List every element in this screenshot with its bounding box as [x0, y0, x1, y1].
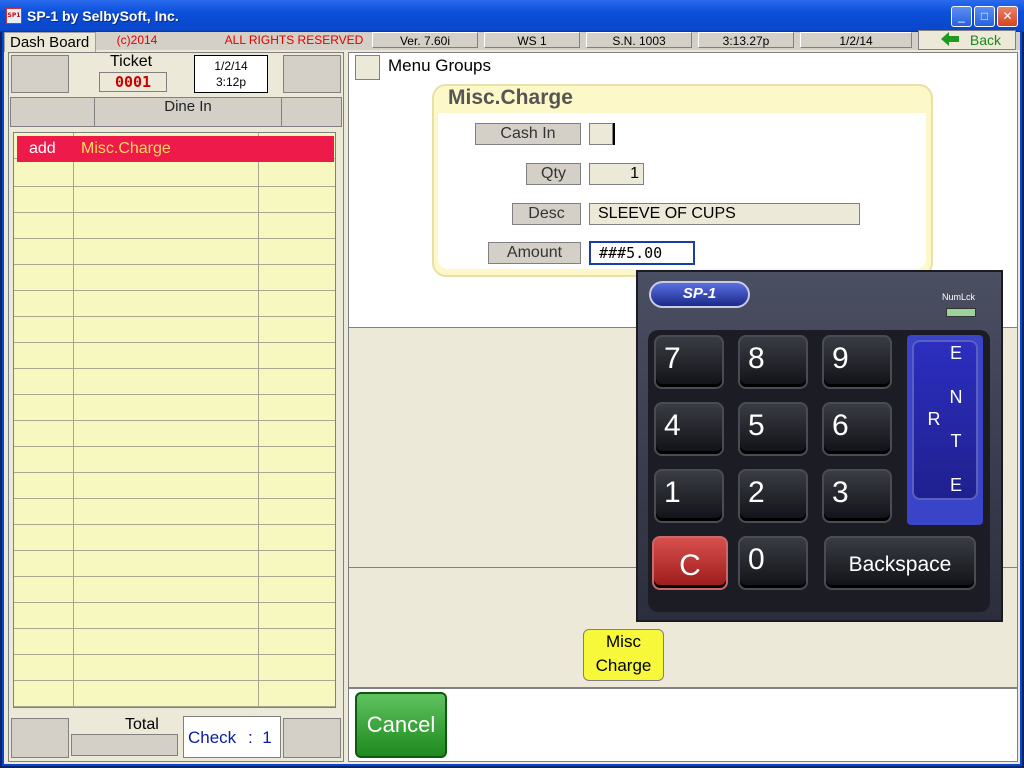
total-field	[71, 734, 178, 756]
workstation-status: WS 1	[484, 32, 580, 48]
key-9[interactable]: 9	[822, 335, 892, 389]
action-bar	[348, 688, 1018, 762]
key-2[interactable]: 2	[738, 469, 808, 523]
time-status: 3:13.27p	[698, 32, 794, 48]
selected-order-row[interactable]: add Misc.Charge	[17, 136, 334, 162]
cash-in-field[interactable]	[589, 123, 613, 145]
key-4[interactable]: 4	[654, 402, 724, 456]
key-8[interactable]: 8	[738, 335, 808, 389]
ticket-right-button[interactable]	[283, 55, 341, 93]
key-clear[interactable]: C	[652, 536, 728, 590]
key-6[interactable]: 6	[822, 402, 892, 456]
serial-status: S.N. 1003	[586, 32, 692, 48]
ticket-label: Ticket	[109, 53, 153, 70]
list-item[interactable]	[14, 681, 335, 707]
ticket-number: 0001	[99, 72, 167, 92]
list-item[interactable]	[14, 525, 335, 551]
list-item[interactable]	[14, 187, 335, 213]
list-item[interactable]	[14, 577, 335, 603]
rights-text: ALL RIGHTS RESERVED	[224, 33, 364, 47]
check-number: : 1	[248, 728, 272, 747]
dialog-title: Misc.Charge	[448, 86, 573, 109]
footer-left-button[interactable]	[11, 718, 69, 758]
desc-field[interactable]: SLEEVE OF CUPS	[589, 203, 860, 225]
ticket-left-button[interactable]	[11, 55, 69, 93]
list-item[interactable]	[14, 603, 335, 629]
misc-charge-button[interactable]: Misc Charge	[583, 629, 664, 681]
key-backspace[interactable]: Backspace	[824, 536, 976, 590]
list-item[interactable]	[14, 239, 335, 265]
menu-groups-checkbox[interactable]	[355, 55, 380, 80]
order-item-name: Misc.Charge	[81, 140, 171, 157]
list-item[interactable]	[14, 317, 335, 343]
list-item[interactable]	[14, 291, 335, 317]
total-label: Total	[125, 716, 159, 733]
ticket-date: 1/2/14	[214, 59, 248, 73]
ticket-time: 3:12p	[215, 75, 247, 89]
service-type[interactable]: Dine In	[94, 97, 282, 127]
cash-in-label: Cash In	[475, 123, 581, 145]
list-item[interactable]	[14, 499, 335, 525]
key-3[interactable]: 3	[822, 469, 892, 523]
app-icon: SP1	[6, 8, 22, 24]
numlock-indicator	[946, 308, 976, 317]
list-item[interactable]	[14, 473, 335, 499]
list-item[interactable]	[14, 265, 335, 291]
check-label: Check	[188, 728, 237, 747]
qty-label: Qty	[526, 163, 581, 185]
list-item[interactable]	[14, 213, 335, 239]
numlock-label: NumLck	[942, 292, 976, 302]
ticket-datetime: 1/2/14 3:12p	[194, 55, 268, 93]
window-title: SP-1 by SelbySoft, Inc.	[27, 8, 179, 24]
desc-label: Desc	[512, 203, 581, 225]
maximize-button[interactable]: □	[974, 6, 995, 27]
version-status: Ver. 7.60i	[372, 32, 478, 48]
list-item[interactable]	[14, 629, 335, 655]
close-button[interactable]: ✕	[997, 6, 1018, 27]
amount-field[interactable]: ###5.00	[589, 241, 695, 265]
key-enter[interactable]: E N T E R	[912, 340, 978, 500]
list-item[interactable]	[14, 421, 335, 447]
list-item[interactable]	[14, 369, 335, 395]
key-1[interactable]: 1	[654, 469, 724, 523]
order-action: add	[29, 140, 56, 157]
list-item[interactable]	[14, 395, 335, 421]
menu-groups-label: Menu Groups	[388, 56, 491, 75]
key-7[interactable]: 7	[654, 335, 724, 389]
cancel-button[interactable]: Cancel	[355, 692, 447, 758]
qty-field[interactable]: 1	[589, 163, 644, 185]
back-button[interactable]: Back	[918, 30, 1016, 50]
order-list[interactable]: add Misc.Charge	[13, 132, 336, 708]
footer-right-button[interactable]	[283, 718, 341, 758]
misc-charge-label-2: Charge	[595, 656, 652, 675]
list-item[interactable]	[14, 551, 335, 577]
key-5[interactable]: 5	[738, 402, 808, 456]
misc-charge-label-1: Misc	[606, 632, 641, 651]
key-0[interactable]: 0	[738, 536, 808, 590]
list-item[interactable]	[14, 447, 335, 473]
list-item[interactable]	[14, 343, 335, 369]
list-item[interactable]	[14, 161, 335, 187]
keypad-brand-logo: SP-1	[649, 281, 750, 308]
amount-label: Amount	[488, 242, 581, 264]
text-cursor	[613, 123, 615, 145]
dashboard-tab[interactable]: Dash Board	[4, 32, 96, 52]
back-arrow-icon	[941, 32, 959, 46]
copyright-text: (c)2014	[116, 33, 158, 47]
minimize-button[interactable]: _	[951, 6, 972, 27]
list-item[interactable]	[14, 655, 335, 681]
date-status: 1/2/14	[800, 32, 912, 48]
